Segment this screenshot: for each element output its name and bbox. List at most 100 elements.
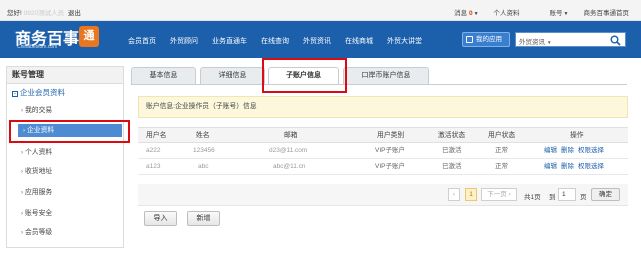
permission-link[interactable]: 权限选择 [578,147,604,154]
highlight-box-sidebar [9,120,130,143]
nav-item-mall[interactable]: 在线商城 [345,36,373,46]
cell-name: 123456 [193,147,215,154]
sidebar-item-label: 账号安全 [25,210,53,217]
col-actions: 操作 [570,132,584,139]
cell-actions: 编辑 删除 权限选择 [544,143,608,158]
cell-actions: 编辑 删除 权限选择 [544,159,608,174]
next-page-button[interactable]: 下一页 › [481,188,517,201]
apps-icon [466,36,473,43]
tab-divider [131,84,627,85]
sidebar-item-label: 会员等级 [25,229,53,236]
cell-activation: 已激活 [442,163,462,170]
sidebar-item-label: 收货地址 [25,168,53,175]
table-row: a123 abc abc@11.cn VIP子账户 已激活 正常 编辑 删除 权限选… [138,159,628,175]
sidebar-item-label: 我的交易 [25,107,53,114]
search-category-select[interactable]: 外贸资讯 ▼ [519,36,551,46]
sidebar: 账号管理 − 企业会员资料 › 我的交易 › 企业资料 › 个人资料 › 收货地址 › 应用… [6,66,124,248]
col-email: 邮箱 [284,132,298,139]
top-links: 消息 0▼ 个人资料 账号▼ 商务百事通首页 [424,7,629,17]
sidebar-title: 账号管理 [7,67,123,84]
table-header: 用户名 姓名 邮箱 用户类别 激活状态 用户状态 操作 [138,127,628,143]
chevron-down-icon: ▼ [563,11,569,17]
page-number-input[interactable]: 1 [558,188,576,201]
messages-label: 消息 [454,10,468,17]
main-nav: 商务百事 Chinabestom.com 通 会员首页 外贸顾问 业务直通车 在… [0,21,641,58]
collapse-icon[interactable]: − [12,91,18,97]
delete-link[interactable]: 删除 [561,147,574,154]
sidebar-item-services[interactable]: › 应用服务 [16,186,120,199]
logout-link[interactable]: 退出 [68,10,81,17]
import-button[interactable]: 导入 [144,211,177,226]
tab-port-currency[interactable]: 口岸币账户信息 [343,67,429,84]
chevron-right-icon: › [21,190,23,196]
logo-mark: 通 [79,26,99,47]
nav-item-home[interactable]: 会员首页 [128,36,156,46]
add-button[interactable]: 新增 [187,211,220,226]
cell-username: a123 [146,163,161,170]
search-box[interactable]: 外贸资讯 ▼ [515,32,626,47]
site-home-link[interactable]: 商务百事通首页 [584,7,630,17]
chevron-down-icon: ▼ [547,40,552,45]
nav-item-news[interactable]: 外贸资讯 [303,36,331,46]
greeting: 您好! 0920测试人员 退出 [7,7,81,17]
logo-domain: Chinabestom.com [17,44,58,50]
sidebar-item-transactions[interactable]: › 我的交易 [16,104,120,117]
sidebar-item-personal[interactable]: › 个人资料 [16,146,120,159]
confirm-page-button[interactable]: 确定 [591,188,620,201]
nav-item-advisor[interactable]: 外贸顾问 [170,36,198,46]
sidebar-item-address[interactable]: › 收货地址 [16,165,120,178]
chevron-right-icon: › [21,108,23,114]
sidebar-group[interactable]: − 企业会员资料 [12,87,65,98]
edit-link[interactable]: 编辑 [544,163,557,170]
greeting-text: 您好! [7,10,22,17]
search-category-label: 外贸资讯 [519,39,545,46]
table-row: a222 123456 d23@11.com VIP子账户 已激活 正常 编辑删… [138,143,628,159]
sidebar-group-label: 企业会员资料 [20,88,65,97]
logo[interactable]: 商务百事 Chinabestom.com 通 [15,25,100,53]
top-bar: 您好! 0920测试人员 退出 消息 0▼ 个人资料 账号▼ 商务百事通首页 [0,0,641,21]
sidebar-item-level[interactable]: › 会员等级 [16,226,120,239]
my-apps-button[interactable]: 我的应用 [462,32,510,47]
prev-page-button[interactable]: ‹ [448,188,460,201]
sidebar-item-label: 应用服务 [25,189,53,196]
sidebar-item-label: 个人资料 [25,149,53,156]
col-status: 用户状态 [488,132,516,139]
cell-status: 正常 [495,147,508,154]
search-icon[interactable] [610,35,621,46]
col-type: 用户类别 [377,132,405,139]
personal-link[interactable]: 个人资料 [494,7,520,17]
cell-activation: 已激活 [442,147,462,154]
edit-link[interactable]: 编辑 [544,147,557,154]
nav-item-lecture[interactable]: 外贸大讲堂 [387,36,422,46]
tab-basic-info[interactable]: 基本信息 [131,67,196,84]
chevron-right-icon: › [21,150,23,156]
messages-link[interactable]: 消息 0▼ [439,7,478,17]
cell-username: a222 [146,147,161,154]
cell-status: 正常 [495,163,508,170]
page-unit-label: 页 [580,194,587,201]
nav-item-query[interactable]: 在线查询 [261,36,289,46]
account-menu[interactable]: 账号▼ [535,7,569,17]
messages-count: 0 [468,10,473,17]
chevron-down-icon: ▼ [473,11,479,17]
col-name: 姓名 [196,132,210,139]
permission-link[interactable]: 权限选择 [578,163,604,170]
page-1-button[interactable]: 1 [465,188,477,201]
chevron-right-icon: › [21,230,23,236]
cell-email: d23@11.com [269,147,308,154]
cell-name: abc [198,163,209,170]
col-activation: 激活状态 [438,132,466,139]
pagination: ‹ 1 下一页 › 共1页 到 1 页 确定 [138,184,628,206]
sidebar-item-security[interactable]: › 账号安全 [16,207,120,220]
username: 0920测试人员 [23,10,65,17]
delete-link[interactable]: 删除 [561,163,574,170]
total-pages: 共1页 [524,194,541,201]
tab-detail-info[interactable]: 详细信息 [200,67,265,84]
cell-type: VIP子账户 [375,147,405,154]
account-label: 账号 [549,10,563,17]
sub-account-table: 用户名 姓名 邮箱 用户类别 激活状态 用户状态 操作 a222 123456 … [138,127,628,175]
cell-email: abc@11.cn [273,163,306,170]
nav-item-express[interactable]: 业务直通车 [212,36,247,46]
highlight-box-tab [262,58,347,93]
nav-items: 会员首页 外贸顾问 业务直通车 在线查询 外贸资讯 在线商城 外贸大讲堂 [128,36,436,46]
